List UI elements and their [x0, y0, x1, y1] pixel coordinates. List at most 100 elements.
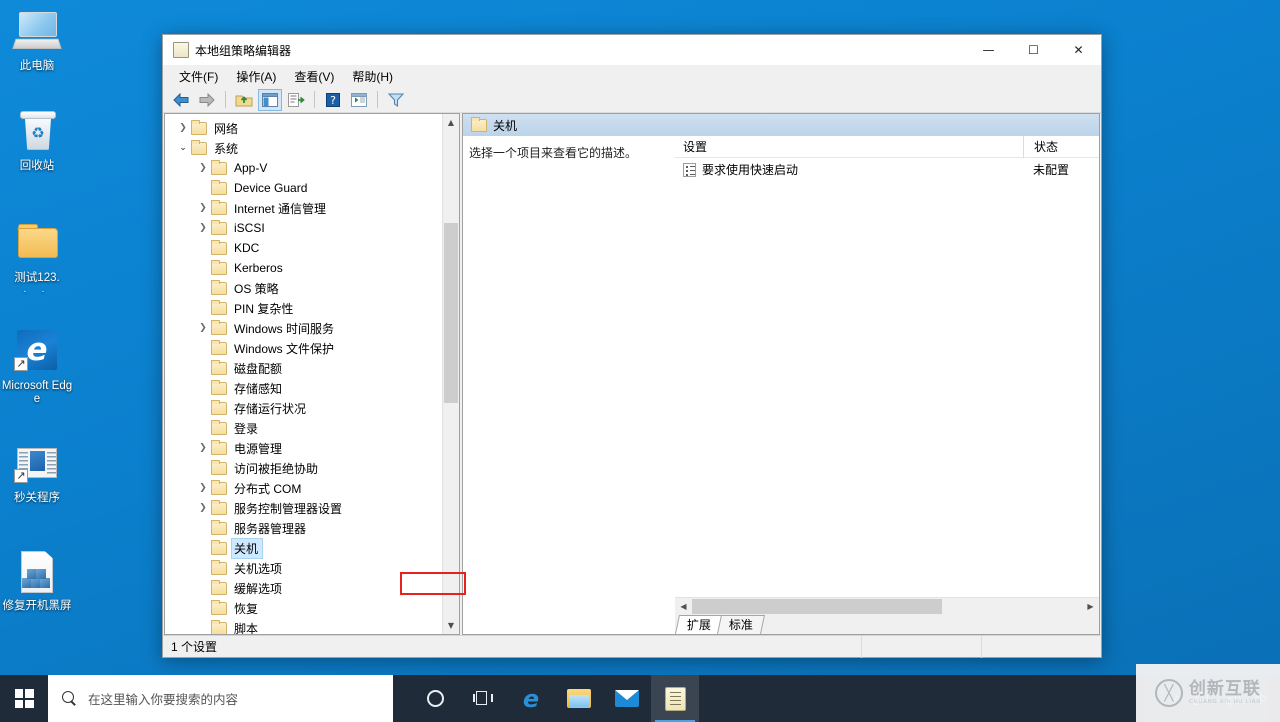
- tree-node[interactable]: Device Guard: [165, 178, 442, 198]
- hscroll-thumb[interactable]: [692, 598, 942, 614]
- folder-icon: [211, 179, 227, 195]
- description-pane: 选择一个项目来查看它的描述。: [463, 136, 675, 634]
- setting-state: 未配置: [1033, 163, 1070, 177]
- chevron-right-icon[interactable]: ❯: [195, 483, 211, 493]
- desktop-icon-test123[interactable]: 测试123. · ·: [0, 220, 74, 298]
- tree-node[interactable]: ❯ 分布式 COM: [165, 478, 442, 498]
- edge-taskbar-button[interactable]: e: [507, 675, 555, 722]
- scroll-track[interactable]: [443, 131, 459, 617]
- chevron-right-icon[interactable]: ❯: [175, 123, 191, 133]
- list-horizontal-scrollbar[interactable]: ◀ ▶: [675, 597, 1099, 614]
- task-view-button[interactable]: [459, 675, 507, 722]
- chevron-right-icon[interactable]: ❯: [195, 443, 211, 453]
- tree-node[interactable]: 服务器管理器: [165, 518, 442, 538]
- show-hide-tree-button[interactable]: [258, 88, 282, 111]
- tree-node[interactable]: ❯ App-V: [165, 158, 442, 178]
- tree-node[interactable]: 访问被拒绝协助: [165, 458, 442, 478]
- tree-node[interactable]: 关机: [165, 537, 442, 559]
- list-column-headers: 设置 状态: [675, 135, 1099, 158]
- up-folder-button[interactable]: [232, 89, 256, 111]
- tab-extended[interactable]: 扩展: [674, 615, 724, 634]
- search-input[interactable]: 在这里输入你要搜索的内容: [48, 675, 393, 722]
- menu-action[interactable]: 操作(A): [228, 65, 284, 88]
- scroll-up-button[interactable]: ▲: [443, 114, 459, 131]
- tree-node-label: Windows 文件保护: [234, 341, 335, 356]
- scroll-left-button[interactable]: ◀: [675, 598, 692, 615]
- tree-node[interactable]: 存储运行状况: [165, 398, 442, 418]
- tree-node[interactable]: 脚本: [165, 618, 442, 634]
- cortana-button[interactable]: [411, 675, 459, 722]
- tree-node-label: 登录: [234, 421, 259, 436]
- window-title: 本地组策略编辑器: [195, 43, 292, 58]
- menu-file[interactable]: 文件(F): [171, 65, 226, 88]
- tree-node[interactable]: ❯ Windows 时间服务: [165, 318, 442, 338]
- tree-node[interactable]: 登录: [165, 418, 442, 438]
- desktop-icon-fix-black-screen[interactable]: 修复开机黑屏: [0, 548, 74, 613]
- forward-button[interactable]: [195, 89, 219, 111]
- tree-node[interactable]: ❯ 服务控制管理器设置: [165, 498, 442, 518]
- computer-icon: [12, 8, 62, 56]
- tree-node[interactable]: 缓解选项: [165, 578, 442, 598]
- chevron-down-icon[interactable]: ⌄: [175, 143, 191, 153]
- tab-standard[interactable]: 标准: [716, 615, 766, 634]
- menu-help[interactable]: 帮助(H): [344, 65, 401, 88]
- toolbar-separator: [377, 91, 378, 108]
- tree-node[interactable]: ❯ 电源管理: [165, 438, 442, 458]
- scroll-right-button[interactable]: ▶: [1082, 598, 1099, 615]
- tree-node[interactable]: ❯ 网络: [165, 118, 442, 138]
- file-explorer-button[interactable]: [555, 675, 603, 722]
- gpedit-taskbar-button[interactable]: [651, 675, 699, 722]
- filter-button[interactable]: [384, 89, 408, 111]
- tree-node[interactable]: Windows 文件保护: [165, 338, 442, 358]
- tree-node-label: 系统: [214, 141, 239, 156]
- tree-node[interactable]: ❯ Internet 通信管理: [165, 198, 442, 218]
- cx-logo-icon: ╳: [1154, 679, 1183, 707]
- tree-node[interactable]: 关机选项: [165, 558, 442, 578]
- properties-button[interactable]: [347, 89, 371, 111]
- window-body: ❯ 网络 ⌄ 系统 ❯ App-V Device Guard ❯ Internet 通信管理 ❯ i…: [163, 113, 1101, 635]
- desktop-icon-quick-shutdown[interactable]: ↗ 秒关程序: [0, 440, 74, 505]
- chevron-right-icon[interactable]: ❯: [195, 223, 211, 233]
- help-button[interactable]: ?: [321, 89, 345, 111]
- menu-view[interactable]: 查看(V): [286, 65, 342, 88]
- search-icon: [62, 691, 77, 706]
- tree-node[interactable]: ⌄ 系统: [165, 138, 442, 158]
- tree-node[interactable]: 恢复: [165, 598, 442, 618]
- tree-node[interactable]: 存储感知: [165, 378, 442, 398]
- mail-button[interactable]: [603, 675, 651, 722]
- desktop-icon-microsoft-edge[interactable]: e ↗ Microsoft Edge: [0, 328, 74, 406]
- details-body: 选择一个项目来查看它的描述。 设置 状态 要求使用快速启动 未配置 ◀ ▶ 扩展…: [463, 135, 1099, 634]
- scroll-thumb[interactable]: [444, 223, 458, 404]
- tree-scroll-area[interactable]: ❯ 网络 ⌄ 系统 ❯ App-V Device Guard ❯ Internet 通信管理 ❯ i…: [165, 114, 442, 634]
- tree-node[interactable]: ❯ iSCSI: [165, 218, 442, 238]
- desktop-icon-this-pc[interactable]: 此电脑: [0, 8, 74, 73]
- window-titlebar[interactable]: 本地组策略编辑器 — ☐ ✕: [163, 35, 1101, 65]
- settings-list-pane: 设置 状态 要求使用快速启动 未配置 ◀ ▶ 扩展 标准: [674, 135, 1099, 634]
- desktop-icon-label: 回收站: [19, 160, 55, 172]
- chevron-right-icon[interactable]: ❯: [195, 163, 211, 173]
- chevron-right-icon[interactable]: ❯: [195, 503, 211, 513]
- hscroll-track[interactable]: [692, 598, 1082, 615]
- minimize-button[interactable]: —: [966, 35, 1011, 65]
- column-header-state[interactable]: 状态: [1023, 135, 1099, 158]
- tree-node[interactable]: 磁盘配额: [165, 358, 442, 378]
- back-button[interactable]: [169, 89, 193, 111]
- tree-vertical-scrollbar[interactable]: ▲ ▼: [442, 114, 459, 634]
- tree-node[interactable]: Kerberos: [165, 258, 442, 278]
- task-view-icon: [473, 690, 493, 707]
- desktop-icon-recycle-bin[interactable]: ♻ 回收站: [0, 108, 74, 173]
- folder-icon: [211, 599, 227, 615]
- tree-node[interactable]: PIN 复杂性: [165, 298, 442, 318]
- chevron-right-icon[interactable]: ❯: [195, 203, 211, 213]
- export-list-button[interactable]: [284, 89, 308, 111]
- column-header-setting[interactable]: 设置: [675, 136, 1023, 158]
- scroll-down-button[interactable]: ▼: [443, 617, 459, 634]
- tree-node[interactable]: KDC: [165, 238, 442, 258]
- tree-node[interactable]: OS 策略: [165, 278, 442, 298]
- settings-list-row[interactable]: 要求使用快速启动 未配置: [675, 158, 1099, 181]
- menu-bar: 文件(F) 操作(A) 查看(V) 帮助(H): [163, 65, 1101, 87]
- chevron-right-icon[interactable]: ❯: [195, 323, 211, 333]
- close-button[interactable]: ✕: [1056, 35, 1101, 65]
- maximize-button[interactable]: ☐: [1011, 35, 1056, 65]
- start-button[interactable]: [0, 675, 48, 722]
